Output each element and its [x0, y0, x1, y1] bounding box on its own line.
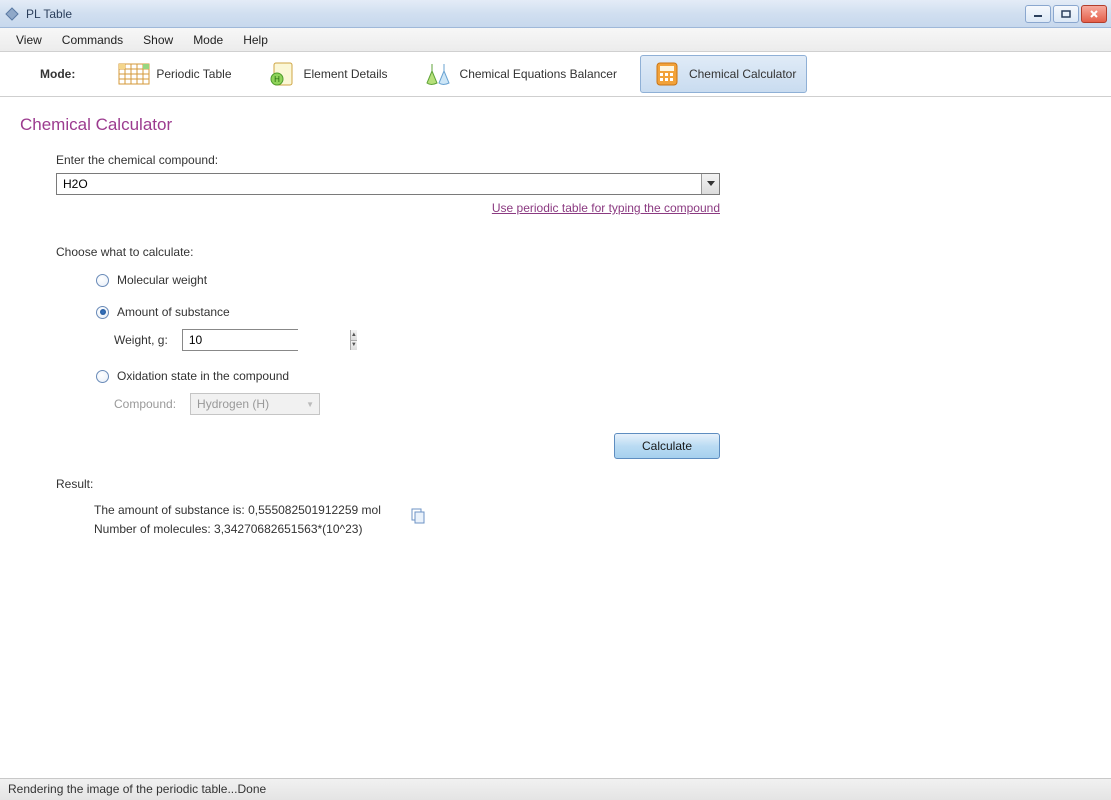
menu-help[interactable]: Help — [233, 30, 278, 50]
menu-commands[interactable]: Commands — [52, 30, 133, 50]
radio-amount-of-substance[interactable] — [96, 306, 109, 319]
weight-label: Weight, g: — [114, 333, 168, 347]
element-details-icon: H — [266, 60, 298, 88]
weight-input[interactable] — [183, 330, 350, 350]
window-title: PL Table — [26, 7, 72, 21]
compound-dropdown-button[interactable] — [701, 174, 719, 194]
menu-view[interactable]: View — [6, 30, 52, 50]
chevron-down-icon: ▼ — [306, 400, 314, 409]
menu-show[interactable]: Show — [133, 30, 183, 50]
result-text: The amount of substance is: 0,5550825019… — [94, 501, 381, 539]
copy-icon[interactable] — [409, 507, 427, 528]
element-select-value: Hydrogen (H) — [197, 397, 269, 411]
mode-item-label: Chemical Equations Balancer — [460, 67, 617, 81]
use-periodic-table-link[interactable]: Use periodic table for typing the compou… — [492, 201, 720, 215]
maximize-button[interactable] — [1053, 5, 1079, 23]
radio-molecular-weight[interactable] — [96, 274, 109, 287]
status-text: Rendering the image of the periodic tabl… — [8, 782, 266, 796]
minimize-button[interactable] — [1025, 5, 1051, 23]
mode-element-details[interactable]: H Element Details — [255, 55, 399, 93]
choose-label: Choose what to calculate: — [56, 245, 736, 259]
window-controls — [1025, 5, 1107, 23]
mode-item-label: Element Details — [304, 67, 388, 81]
periodic-table-icon — [118, 60, 150, 88]
result-label: Result: — [56, 477, 736, 491]
mode-item-label: Periodic Table — [156, 67, 231, 81]
mode-toolbar: Mode: Periodic Table H Element Details — [0, 52, 1111, 97]
mode-item-label: Chemical Calculator — [689, 67, 796, 81]
compound-combobox[interactable] — [56, 173, 720, 195]
compound-label: Enter the chemical compound: — [56, 153, 736, 167]
radio-label-amount-of-substance: Amount of substance — [117, 305, 230, 319]
mode-label: Mode: — [40, 67, 75, 81]
menu-mode[interactable]: Mode — [183, 30, 233, 50]
calculator-icon — [651, 60, 683, 88]
radio-label-oxidation-state: Oxidation state in the compound — [117, 369, 289, 383]
radio-label-molecular-weight: Molecular weight — [117, 273, 207, 287]
element-select-disabled: Hydrogen (H) ▼ — [190, 393, 320, 415]
result-line-2: Number of molecules: 3,34270682651563*(1… — [94, 520, 381, 539]
close-button[interactable] — [1081, 5, 1107, 23]
calculate-button-label: Calculate — [642, 439, 692, 453]
flasks-icon — [422, 60, 454, 88]
compound-input[interactable] — [57, 174, 701, 194]
result-line-1: The amount of substance is: 0,5550825019… — [94, 501, 381, 520]
compound-sub-label: Compound: — [114, 397, 176, 411]
radio-oxidation-state[interactable] — [96, 370, 109, 383]
page-title: Chemical Calculator — [20, 115, 1091, 135]
content-area: Chemical Calculator Enter the chemical c… — [0, 97, 1111, 557]
mode-periodic-table[interactable]: Periodic Table — [107, 55, 242, 93]
app-icon — [4, 6, 20, 22]
mode-equations-balancer[interactable]: Chemical Equations Balancer — [411, 55, 628, 93]
menubar: View Commands Show Mode Help — [0, 28, 1111, 52]
mode-chemical-calculator[interactable]: Chemical Calculator — [640, 55, 807, 93]
weight-spin-down[interactable]: ▼ — [351, 341, 357, 351]
calculate-button[interactable]: Calculate — [614, 433, 720, 459]
weight-input-wrapper: ▲ ▼ — [182, 329, 298, 351]
weight-spin-up[interactable]: ▲ — [351, 330, 357, 341]
weight-spinner: ▲ ▼ — [350, 330, 357, 350]
statusbar: Rendering the image of the periodic tabl… — [0, 778, 1111, 800]
window-titlebar: PL Table — [0, 0, 1111, 28]
svg-text:H: H — [274, 75, 280, 84]
